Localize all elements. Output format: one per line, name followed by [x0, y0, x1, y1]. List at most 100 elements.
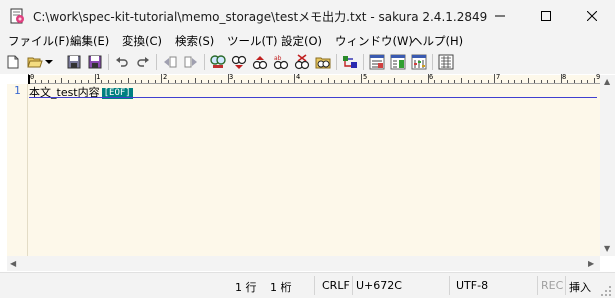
search-button[interactable]: [209, 53, 227, 71]
ruler-tick: [308, 80, 309, 83]
window-title: C:\work\spec-kit-tutorial\memo_storage\t…: [33, 10, 488, 24]
clear-mark-button[interactable]: [293, 53, 311, 71]
dropdown-icon: [45, 60, 53, 64]
ruler-label: 6: [429, 73, 434, 81]
ruler-tick: [161, 74, 162, 83]
redo-icon: [137, 57, 149, 67]
minimize-button[interactable]: [477, 0, 523, 32]
ruler-label: 5: [363, 73, 368, 81]
save-button[interactable]: [65, 53, 83, 71]
open-dropdown-button[interactable]: [43, 53, 55, 71]
ruler-tick: [41, 80, 42, 83]
ruler-tick: [581, 80, 582, 83]
ruler-tick: [81, 80, 82, 83]
compare-button[interactable]: [389, 53, 407, 71]
compare-icon: [390, 54, 406, 70]
ruler-tick: [181, 80, 182, 83]
ruler-tick: [341, 80, 342, 83]
status-column: 1 桁: [270, 281, 292, 294]
save-all-icon: [88, 55, 102, 69]
ruler-tick: [534, 80, 535, 83]
tag-jump-button[interactable]: [368, 53, 386, 71]
ruler-tick: [474, 80, 475, 83]
menu-window[interactable]: ウィンドウ(W): [335, 33, 413, 49]
new-file-button[interactable]: [4, 53, 22, 71]
ruler-tick: [121, 80, 122, 83]
maximize-button[interactable]: [523, 0, 569, 32]
ruler-tick: [408, 80, 409, 83]
ruler-tick: [328, 78, 329, 83]
ruler-tick: [95, 74, 96, 83]
ruler-tick: [261, 78, 262, 83]
ruler-tick: [454, 80, 455, 83]
replace-button[interactable]: ab: [272, 53, 290, 71]
ruler-tick: [254, 80, 255, 83]
status-newline[interactable]: CRLF: [322, 279, 350, 292]
horizontal-scrollbar[interactable]: ◀ ▶: [7, 256, 600, 271]
status-rec: REC: [541, 279, 564, 292]
menu-file[interactable]: ファイル(F): [8, 33, 70, 49]
font-button[interactable]: [437, 53, 455, 71]
ruler-tick: [441, 80, 442, 83]
jump-forward-button[interactable]: [182, 53, 200, 71]
undo-button[interactable]: [113, 53, 131, 71]
status-encoding[interactable]: UTF-8: [456, 279, 488, 292]
ruler-tick: [228, 74, 229, 83]
ruler-tick: [288, 80, 289, 83]
ruler-tick: [334, 80, 335, 83]
ruler-label: 3: [229, 73, 234, 81]
settings-icon: [411, 54, 427, 70]
menu-edit[interactable]: 編集(E): [70, 33, 109, 49]
title-bar[interactable]: C:\work\spec-kit-tutorial\memo_storage\t…: [0, 0, 615, 32]
ruler-tick: [468, 80, 469, 83]
toolbar-separator: [156, 54, 157, 70]
ruler-tick: [61, 78, 62, 83]
ruler-tick: [488, 80, 489, 83]
toolbar: ab: [0, 50, 615, 74]
menu-tools[interactable]: ツール(T): [227, 33, 278, 49]
ruler-tick: [421, 80, 422, 83]
ruler-tick: [241, 80, 242, 83]
undo-icon: [116, 57, 128, 67]
settings-button[interactable]: [410, 53, 428, 71]
ruler-tick: [301, 80, 302, 83]
ruler-tick: [214, 80, 215, 83]
ruler-tick: [448, 80, 449, 83]
menu-settings[interactable]: 設定(O): [281, 33, 322, 49]
jump-back-button[interactable]: [161, 53, 179, 71]
ruler-tick: [75, 80, 76, 83]
ruler-tick: [208, 80, 209, 83]
redo-button[interactable]: [134, 53, 152, 71]
ruler-tick: [321, 80, 322, 83]
text-editor[interactable]: 1 本文_test内容 [EOF]: [7, 84, 600, 256]
ruler-tick: [234, 80, 235, 83]
outline-button[interactable]: [341, 53, 359, 71]
ruler-tick: [35, 80, 36, 83]
grep-button[interactable]: [314, 53, 332, 71]
status-insert-mode[interactable]: 挿入: [569, 279, 591, 295]
scroll-right-arrow-icon[interactable]: ▶: [588, 259, 594, 268]
save-all-button[interactable]: [86, 53, 104, 71]
scroll-down-arrow-icon[interactable]: ▼: [604, 244, 610, 253]
ruler-tick: [574, 80, 575, 83]
search-prev-button[interactable]: [230, 53, 248, 71]
search-next-button[interactable]: [251, 53, 269, 71]
replace-icon: ab: [273, 55, 289, 70]
line-number: 1: [14, 84, 21, 97]
menu-help[interactable]: ヘルプ(H): [411, 33, 463, 49]
ruler-tick: [401, 80, 402, 83]
ruler-tick: [381, 80, 382, 83]
toolbar-separator: [363, 54, 364, 70]
search-next-icon: [252, 56, 268, 70]
menu-convert[interactable]: 変換(C): [122, 33, 162, 49]
vertical-scrollbar[interactable]: ▲ ▼: [600, 75, 615, 256]
ruler-tick: [68, 80, 69, 83]
scroll-left-arrow-icon[interactable]: ◀: [10, 259, 16, 268]
close-button[interactable]: [569, 0, 615, 32]
open-button[interactable]: [26, 53, 44, 71]
ruler-tick: [368, 80, 369, 83]
scroll-up-arrow-icon[interactable]: ▲: [604, 77, 610, 86]
menu-search[interactable]: 検索(S): [175, 33, 214, 49]
ruler-tick: [428, 74, 429, 83]
resize-grip-icon[interactable]: [600, 285, 612, 297]
